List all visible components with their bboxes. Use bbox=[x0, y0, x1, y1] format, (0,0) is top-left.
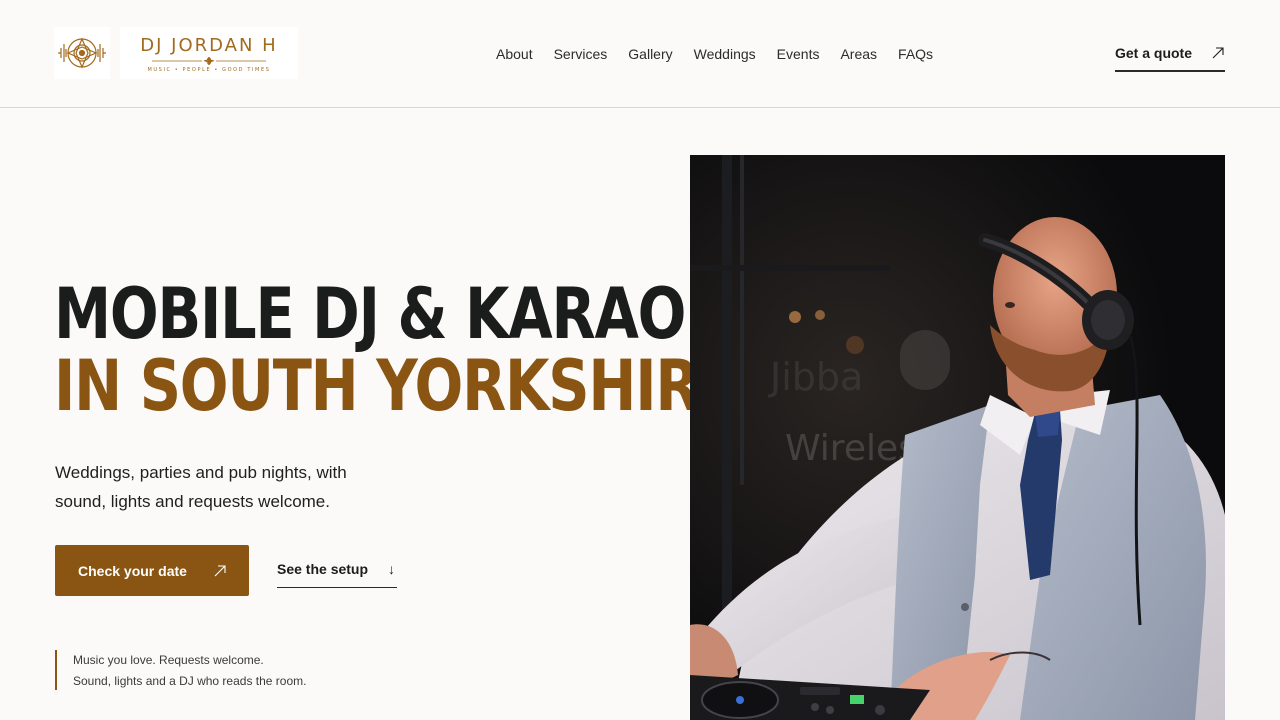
see-setup-link[interactable]: See the setup ↓ bbox=[277, 560, 397, 588]
logo-wordmark: DJ JORDAN H MUSIC • PEOPLE • GOOD TIMES bbox=[120, 27, 298, 79]
site-header: DJ JORDAN H MUSIC • PEOPLE • GOOD TIMES … bbox=[0, 0, 1280, 108]
nav-weddings[interactable]: Weddings bbox=[694, 45, 756, 63]
check-date-button[interactable]: Check your date bbox=[55, 545, 249, 596]
mandala-icon bbox=[54, 27, 110, 79]
brand-logo[interactable]: DJ JORDAN H MUSIC • PEOPLE • GOOD TIMES bbox=[54, 27, 298, 79]
headline-line-1: MOBILE DJ & KARAOKE bbox=[54, 273, 768, 355]
see-setup-label: See the setup bbox=[277, 561, 369, 577]
arrow-up-right-icon bbox=[214, 564, 226, 576]
nav-areas[interactable]: Areas bbox=[840, 45, 877, 63]
note-line-2: Sound, lights and a DJ who reads the roo… bbox=[73, 674, 307, 688]
nav-events[interactable]: Events bbox=[777, 45, 820, 63]
dj-photo: Wireless Jibba bbox=[690, 155, 1225, 720]
arrow-up-right-icon bbox=[1212, 47, 1224, 59]
nav-about[interactable]: About bbox=[496, 45, 533, 63]
logo-ornament bbox=[152, 56, 266, 65]
get-quote-label: Get a quote bbox=[1115, 45, 1193, 61]
headline-line-2: IN SOUTH YORKSHIRE. bbox=[54, 345, 758, 427]
brand-name: DJ JORDAN H bbox=[140, 34, 278, 56]
nav-services[interactable]: Services bbox=[554, 45, 608, 63]
note-line-1: Music you love. Requests welcome. bbox=[73, 653, 264, 667]
get-quote-link[interactable]: Get a quote bbox=[1115, 44, 1225, 72]
hero-headline: MOBILE DJ & KARAOKE IN SOUTH YORKSHIRE. bbox=[54, 273, 768, 427]
nav-gallery[interactable]: Gallery bbox=[628, 45, 672, 63]
hero-lede: Weddings, parties and pub nights, with s… bbox=[55, 463, 347, 511]
arrow-down-icon: ↓ bbox=[388, 561, 395, 577]
dj-photo-illustration: Wireless Jibba bbox=[690, 155, 1225, 720]
check-date-label: Check your date bbox=[78, 562, 187, 579]
brand-tagline: MUSIC • PEOPLE • GOOD TIMES bbox=[147, 66, 271, 73]
nav-faqs[interactable]: FAQs bbox=[898, 45, 933, 63]
main-nav: About Services Gallery Weddings Events A… bbox=[496, 45, 933, 63]
hero-note: Music you love. Requests welcome. Sound,… bbox=[55, 650, 306, 690]
svg-text:Jibba: Jibba bbox=[768, 355, 863, 399]
